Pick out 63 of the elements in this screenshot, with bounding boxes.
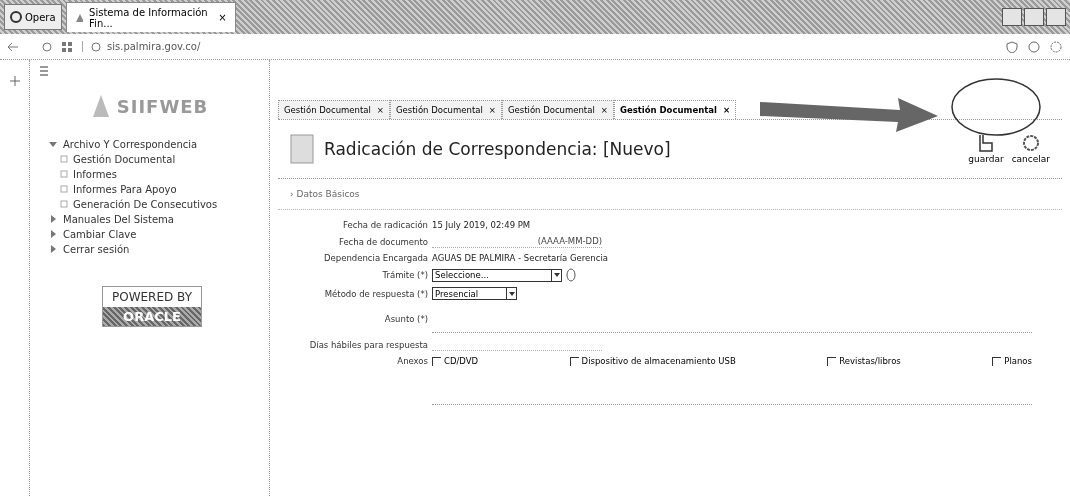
checkbox[interactable]: CD/DVD bbox=[432, 356, 479, 366]
menu-item[interactable]: Informes Para Apoyo bbox=[40, 182, 259, 196]
menu-icon[interactable] bbox=[40, 66, 48, 76]
save-button[interactable]: guardar bbox=[968, 134, 1004, 164]
menu-item[interactable]: Generación De Consecutivos bbox=[40, 197, 259, 211]
cancel-button[interactable]: cancelar bbox=[1011, 134, 1050, 164]
logo-icon bbox=[90, 93, 111, 119]
menu-button[interactable]: Opera bbox=[4, 4, 62, 30]
field-label: Fecha de documento bbox=[337, 236, 428, 247]
checkbox[interactable]: Revistas/libros bbox=[827, 356, 901, 366]
download-icon[interactable] bbox=[1028, 40, 1040, 53]
settings-icon[interactable] bbox=[1050, 40, 1062, 53]
field-label: Dependencia Encargada bbox=[323, 253, 428, 263]
checkbox[interactable]: Dispositivo de almacenamiento USB bbox=[569, 356, 736, 366]
address-field[interactable]: sis.palmira.gov.co/ bbox=[107, 41, 201, 52]
menu-item[interactable]: Cambiar Clave bbox=[40, 227, 259, 241]
reload-icon[interactable] bbox=[42, 41, 52, 52]
opera-logo-icon bbox=[10, 11, 22, 23]
caret-icon bbox=[553, 273, 560, 277]
page-title: Radicación de Correspondencia: [Nuevo] bbox=[324, 139, 671, 159]
content-tab[interactable]: Gestión Documental × bbox=[389, 100, 502, 119]
input-field[interactable]: (AAAA-MM-DD) bbox=[432, 235, 602, 248]
menu-item[interactable]: Informes bbox=[40, 167, 259, 181]
checkbox[interactable]: Planos bbox=[992, 356, 1032, 366]
maximize-button[interactable] bbox=[1024, 8, 1044, 26]
field-label: Días hábiles para respuesta bbox=[308, 339, 428, 350]
logo-text: SIIFWEB bbox=[116, 95, 209, 117]
content-tab[interactable]: Gestión Documental × bbox=[278, 100, 390, 119]
square-icon bbox=[60, 170, 68, 178]
select-field[interactable]: Seleccione... bbox=[432, 268, 562, 282]
field-label: Trámite (*) bbox=[381, 270, 428, 280]
help-icon[interactable] bbox=[566, 268, 576, 282]
plus-icon[interactable] bbox=[9, 76, 20, 86]
content-tab[interactable]: Gestión Documental × bbox=[501, 100, 614, 119]
field-label: Anexos bbox=[396, 356, 428, 366]
close-button[interactable] bbox=[1046, 8, 1066, 26]
shield-icon[interactable] bbox=[1006, 40, 1018, 53]
field-label: Fecha de radicación bbox=[342, 220, 428, 230]
browser-tab[interactable]: Sistema de Información Fin... × bbox=[65, 2, 236, 32]
grid-icon[interactable] bbox=[62, 41, 72, 52]
cancel-icon bbox=[1021, 134, 1040, 152]
menu-item[interactable]: Cerrar sesión bbox=[40, 242, 259, 256]
document-icon bbox=[290, 134, 314, 164]
powered-by-badge: POWERED BY ORACLE bbox=[102, 286, 202, 327]
caret-icon bbox=[508, 291, 515, 296]
expanded-arrow-icon bbox=[48, 139, 58, 149]
menu-item[interactable]: Archivo Y Correspondencia bbox=[40, 137, 259, 151]
globe-icon bbox=[91, 41, 101, 52]
square-icon bbox=[60, 185, 68, 193]
save-icon bbox=[978, 134, 993, 152]
field-label: Método de respuesta (*) bbox=[323, 288, 428, 299]
field-value: 15 July 2019, 02:49 PM bbox=[432, 220, 532, 230]
square-icon bbox=[60, 200, 68, 208]
minimize-button[interactable] bbox=[1002, 8, 1022, 26]
content-tab[interactable]: Gestión Documental × bbox=[613, 100, 737, 119]
menu-item[interactable]: Manuales Del Sistema bbox=[40, 212, 259, 226]
menu-item[interactable]: Gestión Documental bbox=[40, 152, 259, 166]
section-header[interactable]: › Datos Básicos bbox=[278, 179, 1062, 210]
select-field[interactable]: Presencial bbox=[432, 287, 517, 300]
square-icon bbox=[60, 155, 68, 163]
field-label: Asunto (*) bbox=[383, 314, 428, 324]
field-value: AGUAS DE PALMIRA - Secretaría Gerencia bbox=[432, 253, 609, 263]
triangle-icon bbox=[74, 12, 84, 23]
